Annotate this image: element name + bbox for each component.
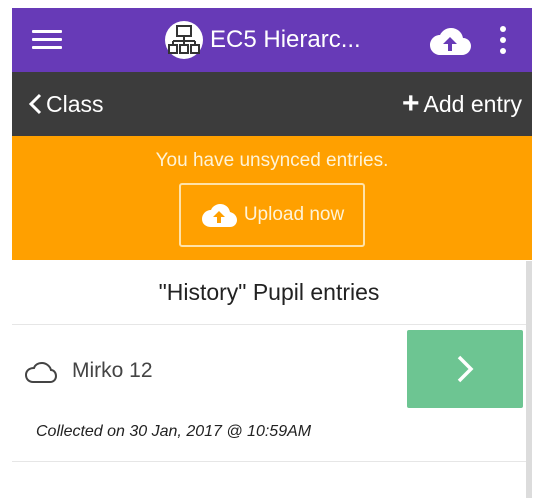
cloud-outline-icon — [24, 361, 58, 383]
list-item[interactable]: Mirko 12 Collected on 30 Jan, 2017 @ 10:… — [12, 325, 526, 462]
open-entry-button[interactable] — [407, 330, 523, 408]
hierarchy-network-icon — [165, 21, 203, 59]
unsynced-message: You have unsynced entries. — [155, 150, 389, 171]
scrollbar[interactable] — [526, 261, 532, 498]
plus-icon: + — [402, 87, 420, 120]
app-screen: EC5 Hierarc... Class + Add entry You hav… — [12, 8, 532, 498]
upload-now-button[interactable]: Upload now — [179, 183, 365, 247]
unsynced-banner: You have unsynced entries. Upload now — [12, 136, 532, 260]
cloud-upload-icon — [201, 204, 237, 227]
add-entry-label: Add entry — [423, 90, 522, 117]
entry-title: Mirko 12 — [72, 359, 153, 382]
chevron-left-icon — [28, 93, 42, 115]
list-header: "History" Pupil entries — [12, 260, 526, 325]
upload-now-label: Upload now — [243, 204, 345, 225]
cloud-upload-icon[interactable] — [428, 26, 472, 56]
add-entry-button[interactable]: + Add entry — [402, 88, 522, 120]
app-bar: EC5 Hierarc... — [12, 8, 532, 72]
more-vertical-icon[interactable] — [496, 22, 510, 58]
app-title: EC5 Hierarc... — [210, 26, 361, 53]
chevron-right-icon — [457, 355, 474, 383]
hamburger-menu-icon[interactable] — [32, 27, 62, 53]
entry-collected-date: Collected on 30 Jan, 2017 @ 10:59AM — [36, 423, 312, 440]
back-button[interactable]: Class — [26, 88, 104, 120]
navigation-toolbar: Class + Add entry — [12, 72, 532, 136]
back-button-label: Class — [46, 90, 104, 117]
